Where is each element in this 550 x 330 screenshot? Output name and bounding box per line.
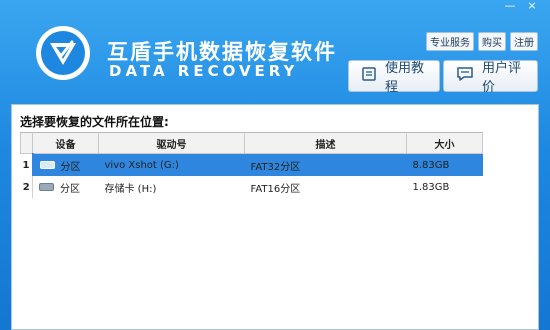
header-device[interactable]: 设备 — [32, 132, 99, 154]
close-button[interactable]: × — [522, 0, 542, 14]
row-size: 8.83GB — [406, 153, 483, 176]
header-drive[interactable]: 驱动号 — [98, 132, 245, 154]
drive-table: 设备 驱动号 描述 大小 1 分区 vivo Xshot (G:) FAT32分… — [20, 132, 483, 198]
app-subtitle: DATA RECOVERY — [109, 62, 299, 80]
comment-icon — [456, 66, 474, 86]
row-description: FAT16分区 — [250, 183, 301, 195]
drive-icon — [39, 161, 55, 169]
buy-link[interactable]: 购买 — [478, 32, 506, 51]
row-device: 分区 — [32, 153, 99, 176]
header-description[interactable]: 描述 — [244, 132, 407, 154]
row-drive: vivo Xshot (G:) — [98, 153, 245, 176]
book-icon — [361, 66, 377, 86]
tutorial-button[interactable]: 使用教程 — [348, 60, 440, 95]
panel-label: 选择要恢复的文件所在位置: — [20, 115, 169, 129]
row-index: 1 — [20, 153, 34, 176]
shield-logo-icon — [36, 26, 90, 80]
row-description: FAT32分区 — [244, 153, 407, 176]
location-panel: 选择要恢复的文件所在位置: 设备 驱动号 描述 大小 1 分区 vivo Xsh… — [11, 104, 539, 330]
header-index — [20, 132, 33, 154]
row-index: 2 — [20, 176, 33, 198]
register-link[interactable]: 注册 — [510, 32, 538, 51]
window-controls: — × — [500, 0, 542, 14]
tutorial-button-label: 使用教程 — [385, 61, 425, 95]
app-window: — × 互盾手机数据恢复软件 DATA RECOVERY 专业服务 购买 注册 … — [0, 0, 550, 330]
row-size: 1.83GB — [412, 181, 450, 193]
header-size[interactable]: 大小 — [406, 132, 483, 154]
user-review-button-label: 用户评价 — [482, 61, 522, 95]
pro-service-link[interactable]: 专业服务 — [426, 32, 474, 51]
table-row[interactable]: 1 分区 vivo Xshot (G:) FAT32分区 8.83GB — [20, 153, 483, 176]
user-review-button[interactable]: 用户评价 — [443, 60, 538, 95]
row-drive: 存储卡 (H:) — [104, 183, 157, 195]
row-device-label: 分区 — [60, 183, 80, 195]
row-device-label: 分区 — [60, 161, 81, 173]
minimize-button[interactable]: — — [500, 0, 520, 14]
table-row[interactable]: 2 分区 存储卡 (H:) FAT16分区 1.83GB — [20, 176, 483, 198]
row-device: 分区 — [33, 176, 99, 198]
drive-icon — [39, 183, 54, 191]
table-header: 设备 驱动号 描述 大小 — [20, 132, 483, 154]
top-links: 专业服务 购买 注册 — [426, 32, 538, 51]
